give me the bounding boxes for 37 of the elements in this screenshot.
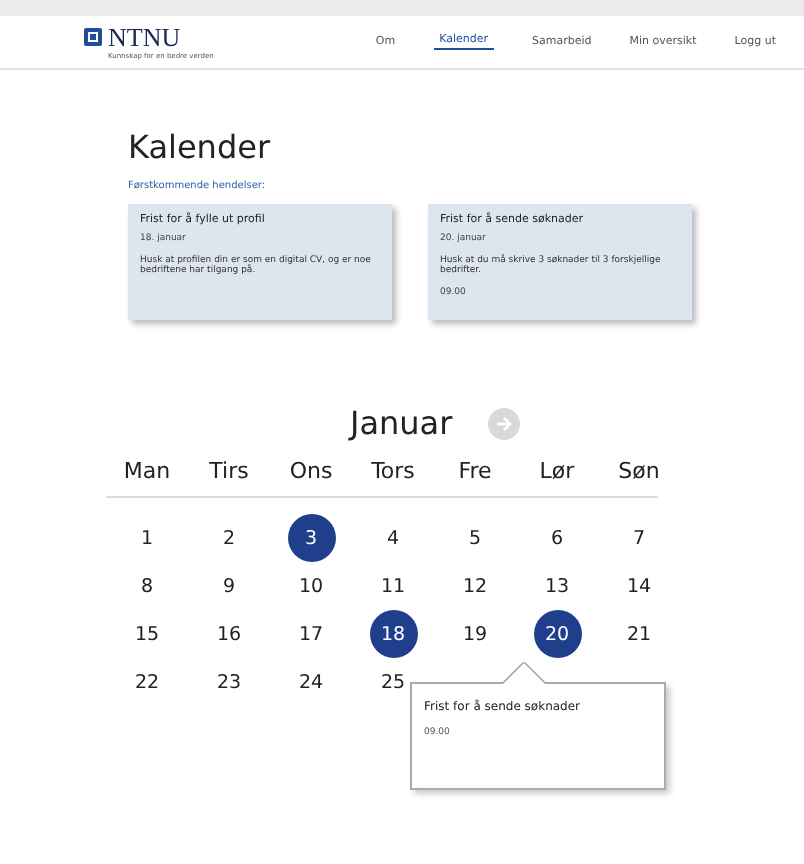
weekday-label: Lør xyxy=(537,458,577,484)
day-number[interactable]: 1 xyxy=(123,514,171,562)
weekday-label: Ons xyxy=(287,458,335,484)
day-number[interactable]: 8 xyxy=(123,562,171,610)
next-month-icon[interactable] xyxy=(488,407,521,439)
day-number[interactable]: 12 xyxy=(451,562,499,610)
day-number[interactable]: 3 xyxy=(287,514,335,562)
day-number[interactable]: 5 xyxy=(451,514,499,562)
day-number[interactable]: 9 xyxy=(205,562,253,610)
day-number[interactable]: 18 xyxy=(369,610,417,658)
day-number[interactable]: 19 xyxy=(451,610,499,658)
logo-text[interactable]: NTNU xyxy=(108,25,181,49)
day-number[interactable]: 10 xyxy=(287,562,335,610)
day-number[interactable]: 22 xyxy=(123,658,171,706)
day-number[interactable]: 20 xyxy=(533,610,581,658)
day-number[interactable]: 25 xyxy=(369,658,417,706)
day-number[interactable]: 15 xyxy=(123,610,171,658)
month-title: Januar xyxy=(350,404,453,442)
weekday-label: Fre xyxy=(456,458,494,484)
day-number[interactable]: 7 xyxy=(615,514,663,562)
weekday-label: Tirs xyxy=(207,458,251,484)
logo-icon xyxy=(84,28,102,46)
day-number[interactable]: 24 xyxy=(287,658,335,706)
day-number[interactable]: 4 xyxy=(369,514,417,562)
weekday-label: Man xyxy=(121,458,173,484)
day-number[interactable]: 13 xyxy=(533,562,581,610)
weekday-label: Tors xyxy=(369,458,417,484)
day-number[interactable]: 21 xyxy=(615,610,663,658)
day-number[interactable]: 6 xyxy=(533,514,581,562)
weekday-label: Søn xyxy=(616,458,662,484)
day-number[interactable]: 23 xyxy=(205,658,253,706)
day-number[interactable]: 14 xyxy=(615,562,663,610)
day-number[interactable]: 16 xyxy=(205,610,253,658)
day-number[interactable]: 11 xyxy=(369,562,417,610)
day-number[interactable]: 17 xyxy=(287,610,335,658)
day-number[interactable]: 2 xyxy=(205,514,253,562)
page-title: Kalender xyxy=(128,130,273,166)
